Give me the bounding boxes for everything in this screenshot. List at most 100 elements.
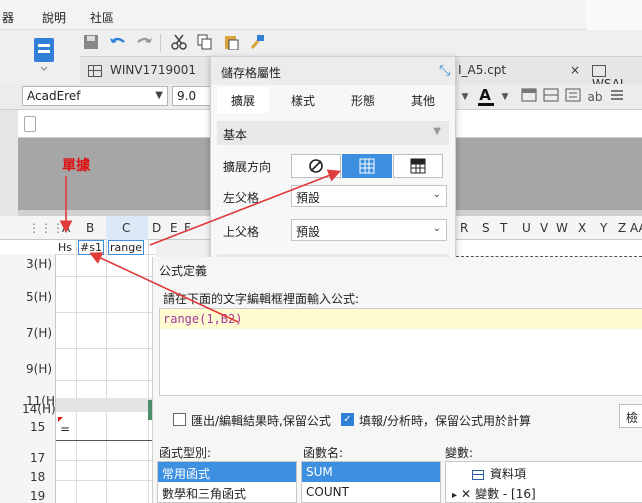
column-u[interactable]: U [522,221,531,235]
column-x[interactable]: X [578,221,586,235]
border-icon[interactable] [520,88,538,106]
row-17[interactable]: 17 [30,451,45,465]
menu-item-tools[interactable]: 器 [2,9,14,26]
keep-formula-fill-checkbox[interactable]: ✓ [341,413,354,426]
column-w[interactable]: W [556,221,568,235]
variables-tree[interactable]: 資料項 ▸ ✕ 變數 - [16] [445,461,642,503]
close-tab-icon[interactable]: × [570,63,580,85]
menu-bar: 器 說明 社區 [0,0,642,30]
chevron-down-icon: ⌄ [432,223,441,234]
copy-icon[interactable] [196,34,214,52]
cut-icon[interactable] [170,34,188,52]
variables-label: 變數: [445,446,474,460]
column-z[interactable]: Z [618,221,626,235]
cell-b1[interactable]: #s1 [78,240,104,255]
format-brush-icon[interactable] [248,34,266,52]
menu-item-community[interactable]: 社區 [90,9,114,26]
file-tab-wsal[interactable]: WSAL [592,63,642,91]
row-14[interactable]: 14(H) [22,402,56,416]
collapse-arrow-icon[interactable]: ⤡ [439,63,450,79]
column-b[interactable]: B [86,221,94,235]
top-parent-select[interactable]: 預設 ⌄ [291,219,447,241]
grid-line [148,240,149,503]
list-item[interactable]: COUNT [302,482,440,502]
template-big-icon[interactable] [30,36,58,72]
function-name-list[interactable]: SUM COUNT [301,461,441,503]
expand-horizontal-button[interactable] [393,154,443,178]
font-size-value: 9.0 [177,89,197,103]
list-item[interactable]: 數學和三角函式 [158,482,296,502]
text-direction-icon[interactable]: ab [586,88,604,106]
wrap-icon[interactable] [564,88,582,106]
cell-c1[interactable]: range [108,240,144,255]
redo-icon[interactable] [136,34,154,52]
file-tab-label: WINV1719001 [110,63,197,77]
keep-formula-export-checkbox[interactable] [173,413,186,426]
font-color-bar [478,103,494,106]
row-19[interactable]: 19 [30,489,45,503]
merge-icon[interactable] [542,88,560,106]
column-d[interactable]: D [152,221,161,235]
undo-icon[interactable] [108,34,126,52]
column-r[interactable]: R [460,221,468,235]
sheet-grid[interactable]: Hs #s1 range = [56,240,156,503]
paste-icon[interactable] [222,34,240,52]
function-type-label: 函式型別: [159,446,212,460]
column-v[interactable]: V [540,221,548,235]
row-3[interactable]: 3(H) [26,257,52,271]
cell-marker [58,417,63,422]
tab-other[interactable]: 其他 [397,87,449,113]
list-item[interactable]: 常用函式 [158,462,296,482]
column-f[interactable]: F [184,221,191,235]
menu-item-help[interactable]: 說明 [42,9,66,26]
ruler-corner [24,116,36,132]
chevron-down-icon[interactable]: ▼ [496,88,514,106]
list-item[interactable]: SUM [302,462,440,482]
row-1-header [0,240,56,254]
tab-expand[interactable]: 擴展 [217,87,269,113]
align-icon[interactable] [608,88,626,106]
grid-line [56,312,156,313]
column-a[interactable]: A [62,221,70,235]
grid-line [56,480,156,481]
column-e[interactable]: E [170,221,178,235]
font-color-icon[interactable]: A [476,86,494,104]
chevron-down-icon[interactable]: ▼ [456,88,474,106]
function-type-list[interactable]: 常用函式 數學和三角函式 [157,461,297,503]
save-icon[interactable] [82,34,100,52]
file-tab-a5[interactable]: I_A5.cpt [458,63,506,85]
file-tab-label: I_A5.cpt [458,63,507,77]
cell-a15[interactable]: = [60,422,70,436]
tree-item-variables[interactable]: ▸ ✕ 變數 - [16] [448,482,540,502]
file-tab-winv[interactable]: WINV1719001 [88,63,196,85]
section-label: 基本 [223,128,248,142]
expand-none-button[interactable] [291,154,341,178]
check-button[interactable]: 檢 [619,404,642,428]
row-18[interactable]: 18 [30,470,45,484]
cell-properties-panel: 儲存格屬性 ⤡ 擴展 樣式 形態 其他 基本 ▼ 擴展方向 左父格 預設 ⌄ 上… [210,56,456,278]
column-y[interactable]: Y [600,221,607,235]
column-c[interactable]: C [122,221,130,235]
expand-vertical-button[interactable] [342,154,392,178]
font-family-select[interactable]: AcadEref ▼ [22,86,168,106]
column-t[interactable]: T [500,221,507,235]
chevron-down-icon: ▼ [433,126,441,137]
tab-style[interactable]: 樣式 [277,87,329,113]
section-basic[interactable]: 基本 ▼ [217,121,449,145]
left-parent-select[interactable]: 預設 ⌄ [291,185,447,207]
window-controls [586,0,642,30]
row-9[interactable]: 9(H) [26,362,52,376]
formula-dialog: 公式定義 請在下面的文字編輯框裡面輸入公式: range(1,B2) 匯出/編輯… [152,257,642,503]
formula-editor[interactable]: range(1,B2) [159,308,642,396]
column-aa[interactable]: AA [630,221,642,235]
cell-a1[interactable]: Hs [58,241,72,254]
formula-text[interactable]: range(1,B2) [163,312,242,326]
tree-item-data[interactable]: 資料項 [468,462,530,482]
row-5[interactable]: 5(H) [26,290,52,304]
column-s[interactable]: S [482,221,490,235]
row-7[interactable]: 7(H) [26,326,52,340]
grid-line [76,240,77,503]
row-15[interactable]: 15 [30,420,45,434]
select-all-icon[interactable]: ⋮⋮⋮ [28,221,64,235]
tab-shape[interactable]: 形態 [337,87,389,113]
